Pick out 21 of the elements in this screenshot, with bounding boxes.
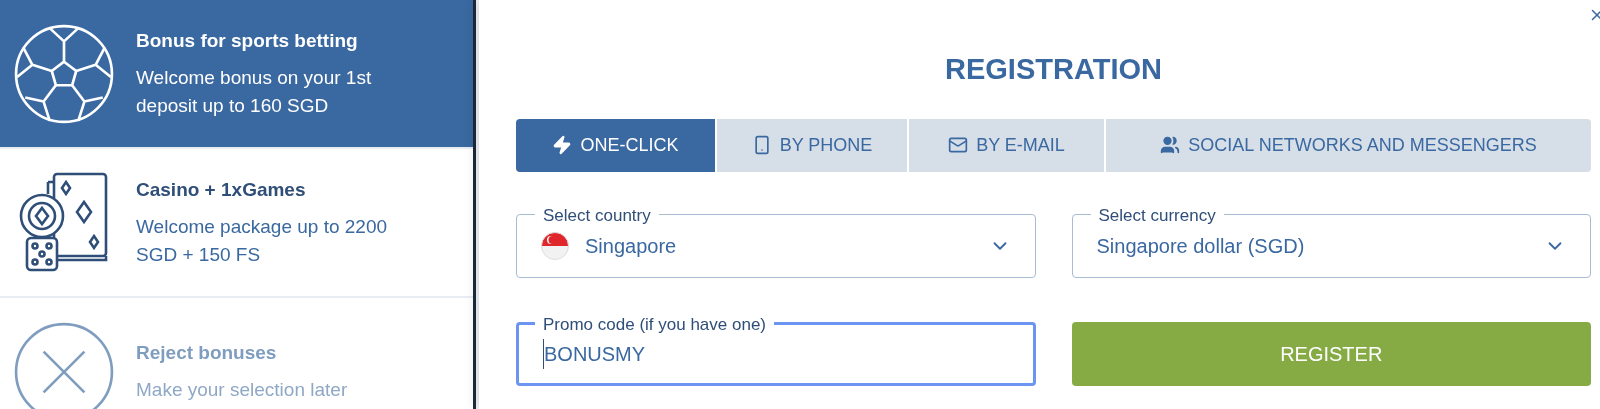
- bonus-title: Bonus for sports betting: [136, 29, 359, 54]
- registration-tab[interactable]: ONE-CLICK: [516, 118, 715, 172]
- lightning-icon: [552, 135, 573, 155]
- field-value: BONUSMY: [543, 338, 646, 369]
- cards-chips-dice-icon: [18, 171, 110, 274]
- singapore-flag-icon: [541, 231, 569, 260]
- registration-tab[interactable]: BY E-MAIL: [909, 118, 1104, 172]
- field-value: Singapore: [585, 233, 678, 259]
- soccer-ball-icon: [13, 22, 115, 125]
- bonus-title: Reject bonuses: [136, 341, 278, 366]
- bonus-description: Welcome package up to 2200 SGD + 150 FS: [136, 214, 389, 267]
- bonus-description: Make your selection later: [136, 377, 349, 402]
- bonus-description: Welcome bonus on your 1st deposit up to 160 SGD: [136, 65, 373, 118]
- people-icon: [1160, 135, 1181, 155]
- bonus-title: Casino + 1xGames: [136, 178, 307, 203]
- registration-title: REGISTRATION: [945, 52, 1162, 87]
- bonus-option[interactable]: Bonus for sports betting Welcome bonus on your 1st deposit up to 160 SGD: [0, 0, 473, 149]
- mail-icon: [948, 135, 969, 155]
- field-value: Singapore dollar (SGD): [1096, 233, 1306, 259]
- registration-tab[interactable]: SOCIAL NETWORKS AND MESSENGERS: [1106, 118, 1591, 172]
- registration-tab[interactable]: BY PHONE: [717, 118, 907, 172]
